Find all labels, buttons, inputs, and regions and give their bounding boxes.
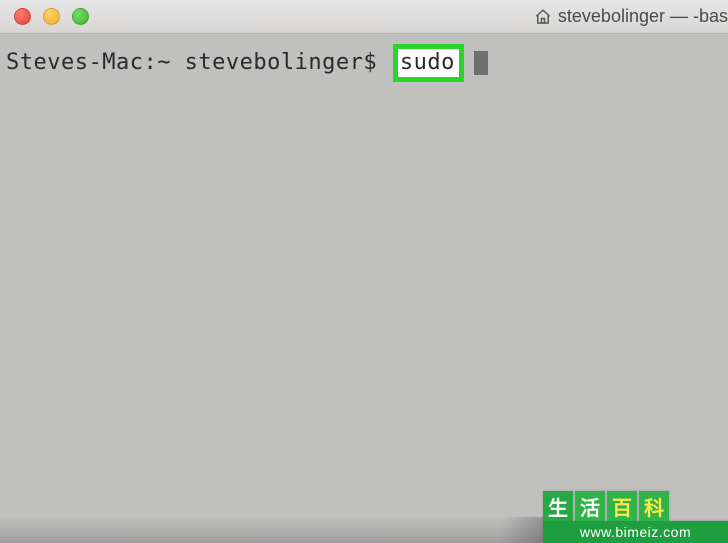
home-icon	[534, 8, 552, 26]
close-button[interactable]	[14, 8, 31, 25]
window-title-text: stevebolinger — -bas	[558, 6, 728, 27]
prompt-line: Steves-Mac:~ stevebolinger$ sudo	[6, 44, 722, 82]
maximize-button[interactable]	[72, 8, 89, 25]
watermark-title-row: 生 活 百 科	[543, 491, 728, 521]
watermark-char-2: 活	[575, 491, 605, 521]
window-title: stevebolinger — -bas	[534, 0, 728, 33]
window-controls	[0, 8, 89, 25]
shell-prompt: Steves-Mac:~ stevebolinger$	[6, 49, 391, 77]
terminal-viewport[interactable]: Steves-Mac:~ stevebolinger$ sudo	[0, 34, 728, 543]
watermark-url: www.bimeiz.com	[543, 521, 728, 543]
text-cursor	[474, 51, 488, 75]
watermark-char-3: 百	[607, 491, 637, 521]
terminal-window: stevebolinger — -bas Steves-Mac:~ steveb…	[0, 0, 728, 543]
window-titlebar: stevebolinger — -bas	[0, 0, 728, 34]
watermark-char-4: 科	[639, 491, 669, 521]
minimize-button[interactable]	[43, 8, 60, 25]
watermark: 生 活 百 科 www.bimeiz.com	[543, 491, 728, 543]
typed-command: sudo	[400, 49, 455, 77]
watermark-char-1: 生	[543, 491, 573, 521]
command-highlight: sudo	[393, 44, 464, 82]
